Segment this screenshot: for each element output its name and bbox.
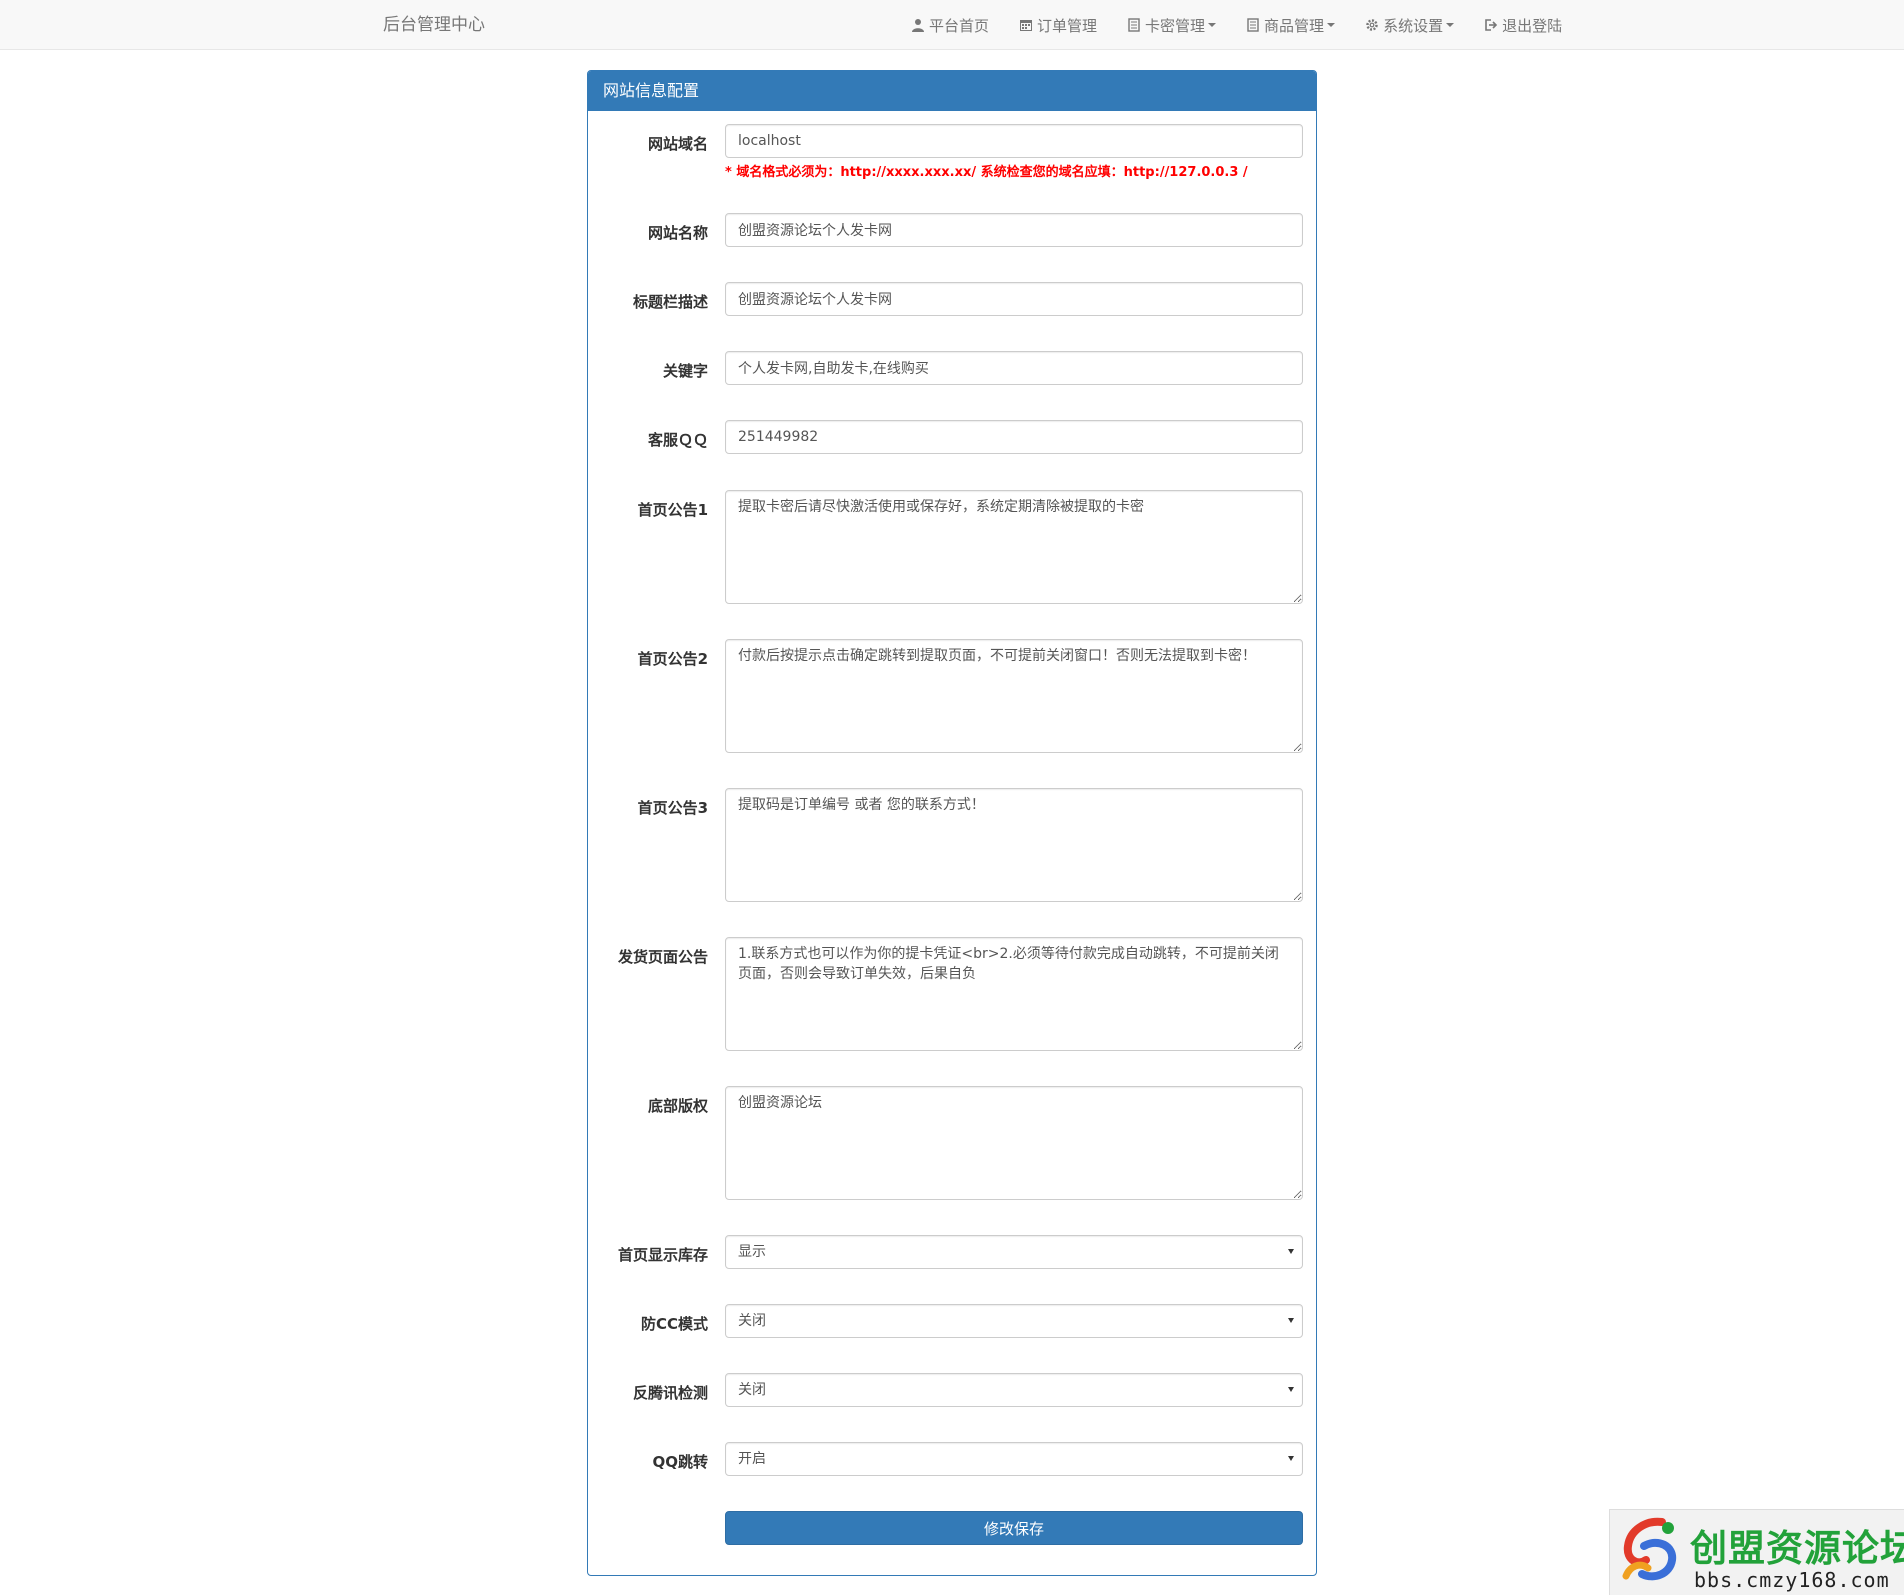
qq-jump-select[interactable]: 开启 — [725, 1442, 1303, 1476]
nav-item-label: 平台首页 — [929, 16, 990, 35]
navbar-brand[interactable]: 后台管理中心 — [383, 0, 485, 50]
title-desc-input[interactable] — [725, 282, 1303, 316]
save-button[interactable]: 修改保存 — [725, 1511, 1303, 1545]
caret-down-icon — [1208, 23, 1217, 27]
watermark-logo-icon — [1622, 1517, 1677, 1581]
copyright-label: 底部版权 — [647, 1097, 708, 1115]
nav-item-products[interactable]: 商品管理 — [1231, 0, 1350, 50]
notice1-label: 首页公告1 — [637, 501, 708, 519]
panel-title: 网站信息配置 — [588, 71, 1316, 111]
nav-item-orders[interactable]: 订单管理 — [1004, 0, 1112, 50]
list-icon — [1246, 18, 1260, 32]
nav-links: 平台首页 订单管理 卡密管理 商品管理 系统设置 退出登陆 — [896, 0, 1577, 50]
copyright-textarea[interactable]: 创盟资源论坛 — [725, 1086, 1303, 1200]
site-config-panel: 网站信息配置 网站域名 * 域名格式必须为：http://xxxx.xxx.xx… — [587, 70, 1317, 1576]
show-stock-select-wrap: 显示 — [725, 1235, 1303, 1269]
show-stock-select[interactable]: 显示 — [725, 1235, 1303, 1269]
nav-item-label: 卡密管理 — [1145, 16, 1206, 35]
gear-icon — [1365, 18, 1379, 32]
keywords-label: 关键字 — [662, 362, 708, 380]
nav-item-settings[interactable]: 系统设置 — [1350, 0, 1469, 50]
keywords-input[interactable] — [725, 351, 1303, 385]
notice1-textarea[interactable]: 提取卡密后请尽快激活使用或保存好，系统定期清除被提取的卡密 — [725, 490, 1303, 604]
notice3-label: 首页公告3 — [637, 799, 708, 817]
calendar-icon — [1019, 18, 1033, 32]
delivery-notice-label: 发货页面公告 — [617, 948, 708, 966]
logout-icon — [1484, 18, 1498, 32]
nav-item-card-keys[interactable]: 卡密管理 — [1112, 0, 1231, 50]
notice2-textarea[interactable]: 付款后按提示点击确定跳转到提取页面，不可提前关闭窗口！否则无法提取到卡密！ — [725, 639, 1303, 753]
caret-down-icon — [1327, 23, 1336, 27]
qq-label: 客服ＱＱ — [647, 431, 708, 449]
qq-jump-select-wrap: 开启 — [725, 1442, 1303, 1476]
domain-label: 网站域名 — [647, 135, 708, 153]
user-icon — [911, 18, 925, 32]
anti-tencent-label: 反腾讯检测 — [632, 1384, 708, 1402]
anti-cc-label: 防CC模式 — [640, 1315, 708, 1333]
qq-input[interactable] — [725, 420, 1303, 454]
caret-down-icon — [1446, 23, 1455, 27]
domain-help-text: * 域名格式必须为：http://xxxx.xxx.xx/ 系统检查您的域名应填… — [725, 165, 1248, 180]
site-watermark: 创盟资源论坛 bbs.cmzy168.com — [1609, 1509, 1904, 1595]
site-name-label: 网站名称 — [647, 224, 708, 242]
anti-cc-select-wrap: 关闭 — [725, 1304, 1303, 1338]
qq-jump-label: QQ跳转 — [652, 1453, 708, 1471]
notice2-label: 首页公告2 — [637, 650, 708, 668]
watermark-title: 创盟资源论坛 — [1690, 1527, 1904, 1570]
nav-item-home[interactable]: 平台首页 — [896, 0, 1004, 50]
site-name-input[interactable] — [725, 213, 1303, 247]
nav-item-label: 退出登陆 — [1502, 16, 1563, 35]
top-navbar: 后台管理中心 平台首页 订单管理 卡密管理 商品管理 系统设置 退出登陆 — [0, 0, 1904, 50]
title-desc-label: 标题栏描述 — [632, 293, 708, 311]
nav-item-label: 订单管理 — [1037, 16, 1098, 35]
domain-input[interactable] — [725, 124, 1303, 158]
delivery-notice-textarea[interactable]: 1.联系方式也可以作为你的提卡凭证<br>2.必须等待付款完成自动跳转，不可提前… — [725, 937, 1303, 1051]
notice3-textarea[interactable]: 提取码是订单编号 或者 您的联系方式！ — [725, 788, 1303, 902]
watermark-url: bbs.cmzy168.com — [1694, 1568, 1890, 1592]
anti-cc-select[interactable]: 关闭 — [725, 1304, 1303, 1338]
nav-item-label: 商品管理 — [1264, 16, 1325, 35]
nav-item-label: 系统设置 — [1383, 16, 1444, 35]
anti-tencent-select-wrap: 关闭 — [725, 1373, 1303, 1407]
anti-tencent-select[interactable]: 关闭 — [725, 1373, 1303, 1407]
show-stock-label: 首页显示库存 — [617, 1246, 708, 1264]
nav-item-logout[interactable]: 退出登陆 — [1469, 0, 1577, 50]
list-icon — [1127, 18, 1141, 32]
